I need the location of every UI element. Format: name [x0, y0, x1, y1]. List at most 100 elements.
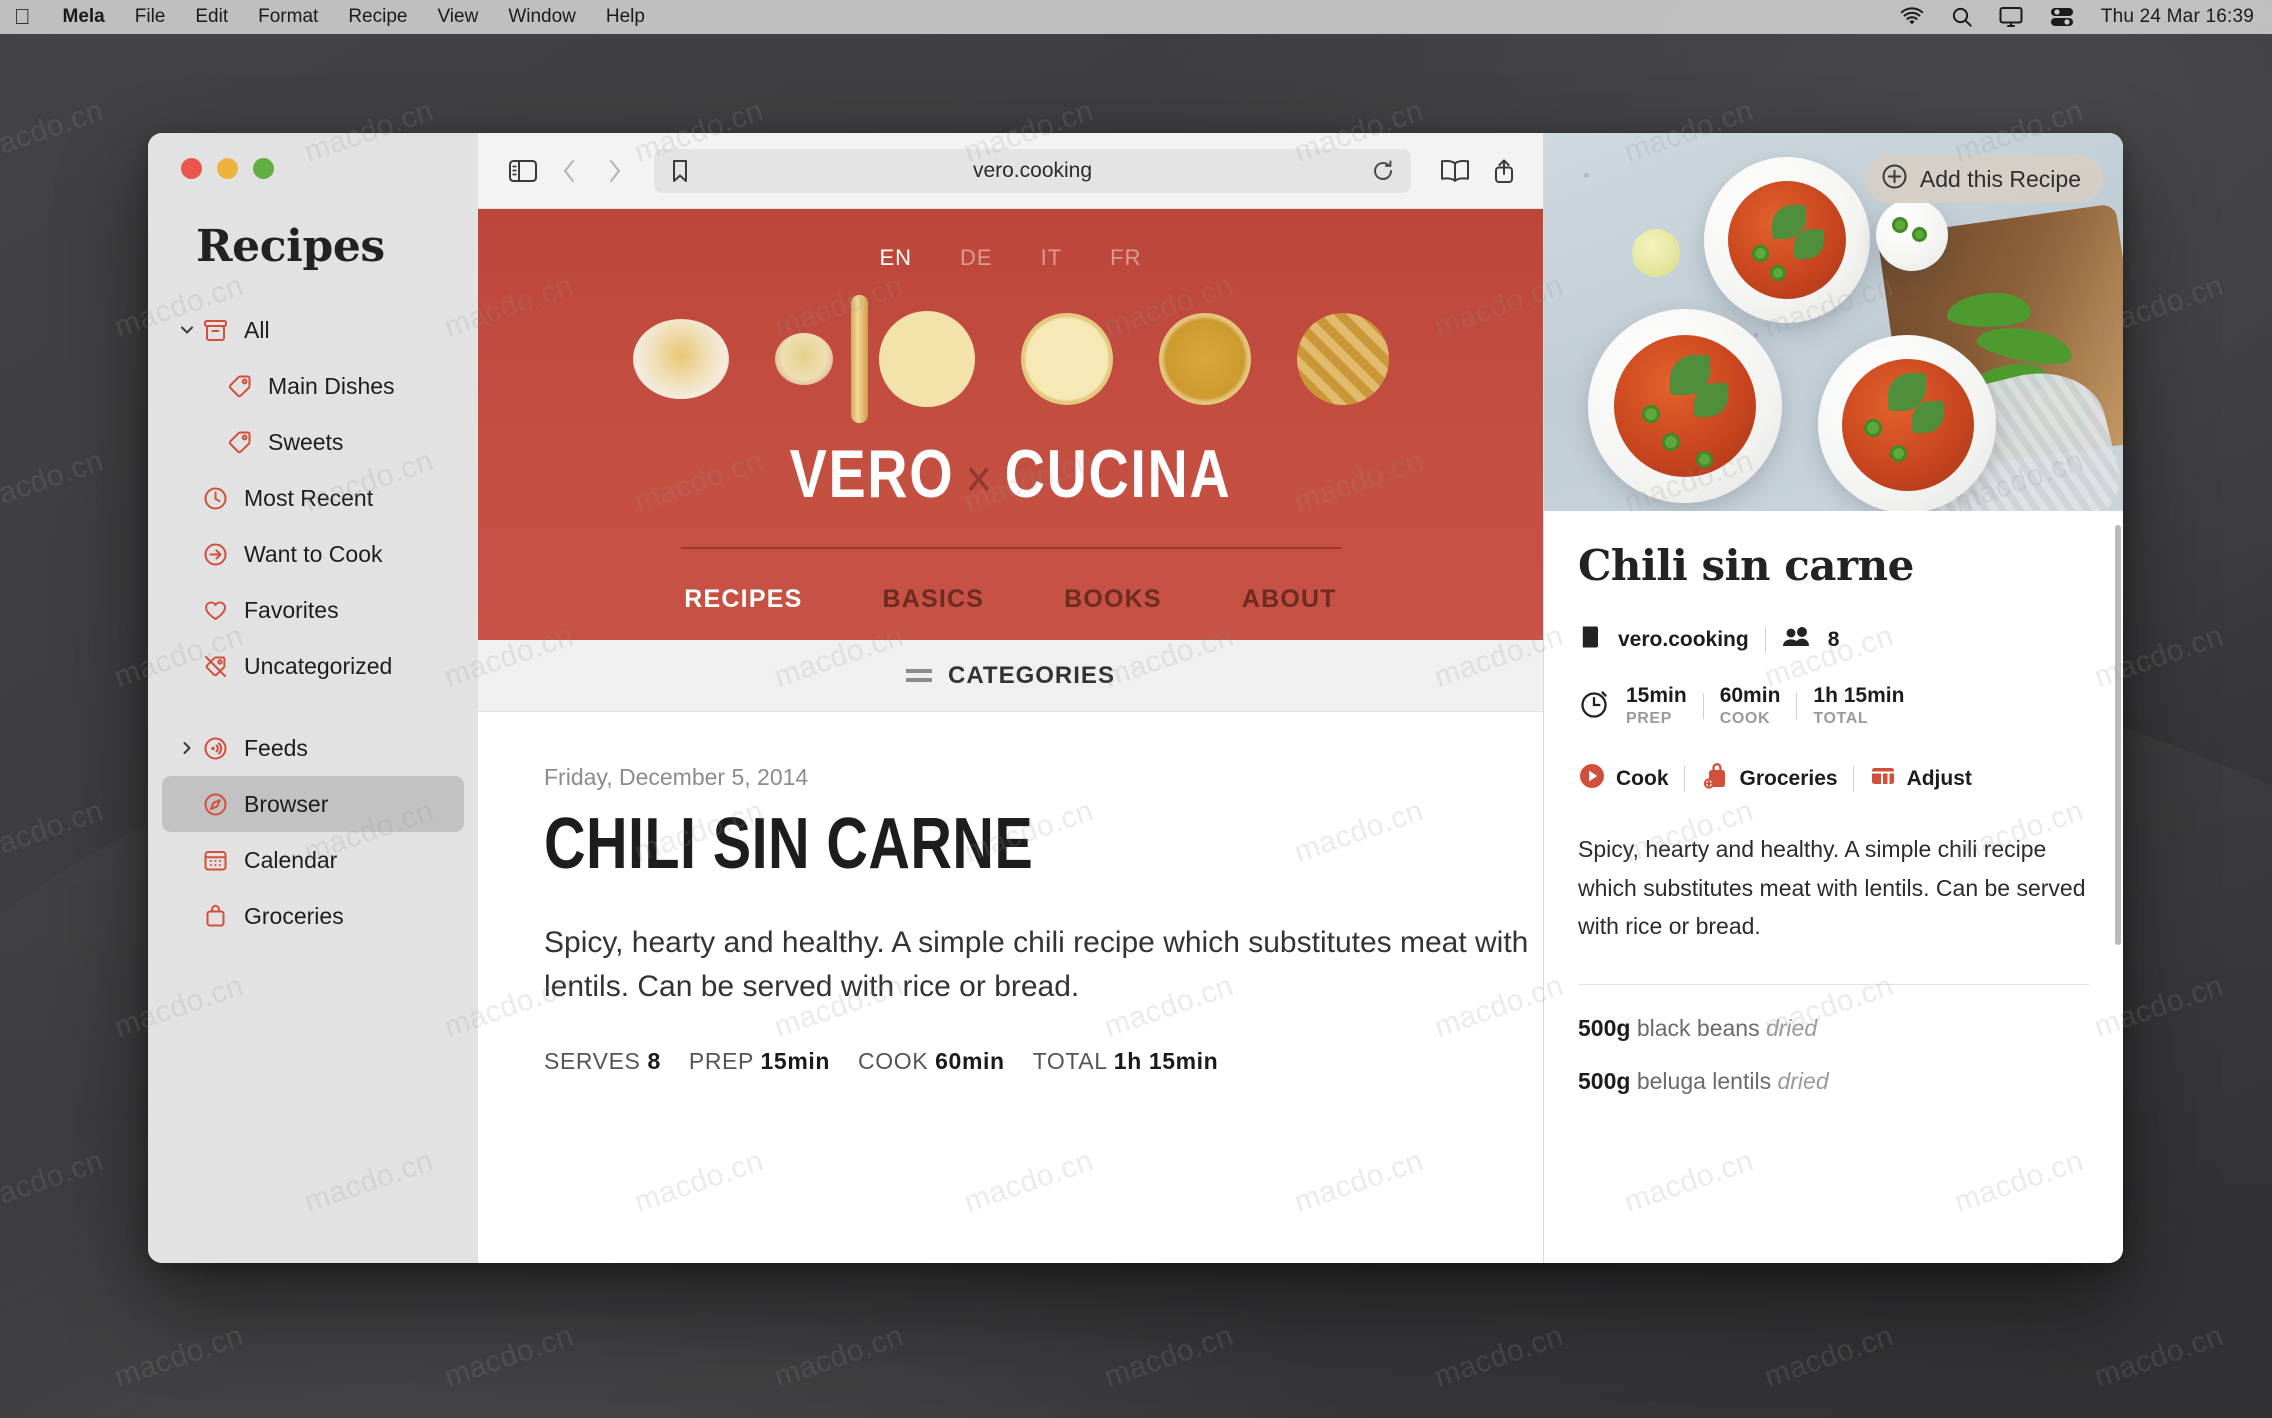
sidebar-item-main-dishes[interactable]: Main Dishes	[162, 358, 464, 414]
timer-icon	[1578, 688, 1610, 725]
site-logo-x: ×	[965, 449, 994, 509]
broadcast-icon	[198, 735, 232, 762]
web-page: EN DE IT FR VERO × CUCINA RECIPES BASICS…	[478, 209, 1543, 1263]
play-circle-icon	[1578, 762, 1606, 796]
search-icon[interactable]	[1951, 6, 1973, 28]
site-nav-basics[interactable]: BASICS	[882, 585, 984, 614]
site-nav-recipes[interactable]: RECIPES	[684, 585, 802, 614]
site-nav-about[interactable]: ABOUT	[1242, 585, 1337, 614]
heart-icon	[198, 597, 232, 624]
sidebar-list-primary: All Main Dishes Sweets Most Recent Want …	[148, 302, 478, 944]
add-this-recipe-label: Add this Recipe	[1919, 165, 2081, 192]
calendar-icon	[198, 847, 232, 874]
ingredient-row: 500g beluga lentils dried	[1578, 1068, 2089, 1095]
recipe-detail-panel: Add this Recipe Chili sin carne vero.coo…	[1543, 133, 2123, 1263]
adjust-button[interactable]: Adjust	[1869, 762, 1972, 796]
groceries-button[interactable]: Groceries	[1700, 762, 1838, 796]
plus-circle-icon	[1881, 163, 1908, 196]
minimize-button[interactable]	[217, 158, 238, 179]
display-icon[interactable]	[1999, 6, 2023, 28]
pie-stages-illustration	[478, 277, 1543, 429]
dough-ball-image	[774, 333, 833, 385]
back-button[interactable]	[558, 157, 582, 185]
basket-icon	[198, 903, 232, 930]
recipe-source-row: vero.cooking 8	[1578, 624, 2089, 656]
menu-bar:  Mela File Edit Format Recipe View Wind…	[0, 0, 2272, 34]
wifi-icon[interactable]	[1899, 7, 1925, 27]
people-icon	[1782, 625, 1812, 655]
sidebar-item-uncategorized[interactable]: Uncategorized	[162, 638, 464, 694]
language-switcher: EN DE IT FR	[478, 209, 1543, 277]
menu-item-format[interactable]: Format	[258, 6, 318, 28]
divider	[1852, 766, 1854, 792]
site-logo[interactable]: VERO × CUCINA	[574, 435, 1447, 513]
chevron-right-icon[interactable]	[176, 739, 198, 757]
lang-fr[interactable]: FR	[1110, 245, 1141, 271]
menu-item-mela[interactable]: Mela	[63, 6, 105, 28]
menu-bar-clock[interactable]: Thu 24 Mar 16:39	[2101, 6, 2254, 28]
sidebar-item-label: Browser	[244, 790, 329, 817]
menu-item-window[interactable]: Window	[508, 6, 576, 28]
sidebar-divider-gap	[148, 694, 478, 720]
flour-mound-image	[632, 319, 729, 399]
site-logo-left: VERO	[789, 436, 955, 512]
close-button[interactable]	[181, 158, 202, 179]
reload-icon[interactable]	[1371, 159, 1395, 183]
cook-button[interactable]: Cook	[1578, 762, 1669, 796]
url-text[interactable]: vero.cooking	[654, 159, 1411, 183]
sidebar-item-want-to-cook[interactable]: Want to Cook	[162, 526, 464, 582]
menu-item-edit[interactable]: Edit	[195, 6, 228, 28]
pie-crust-image	[1020, 313, 1113, 405]
time-total: 1h 15min TOTAL	[1813, 684, 1905, 727]
sidebar-item-browser[interactable]: Browser	[162, 776, 464, 832]
meta-serves: SERVES 8	[544, 1048, 661, 1074]
add-this-recipe-button[interactable]: Add this Recipe	[1864, 155, 2103, 203]
rolling-pin-image	[850, 295, 868, 423]
menu-item-file[interactable]: File	[135, 6, 166, 28]
sidebar-item-label: Sweets	[268, 428, 344, 455]
tag-slash-icon	[198, 653, 232, 680]
menu-item-recipe[interactable]: Recipe	[348, 6, 407, 28]
sidebar-item-feeds[interactable]: Feeds	[162, 720, 464, 776]
sidebar-item-calendar[interactable]: Calendar	[162, 832, 464, 888]
sidebar-item-most-recent[interactable]: Most Recent	[162, 470, 464, 526]
categories-label[interactable]: CATEGORIES	[948, 662, 1115, 690]
adjust-label: Adjust	[1906, 767, 1972, 790]
reader-book-icon[interactable]	[1439, 158, 1471, 184]
lang-en[interactable]: EN	[879, 245, 912, 271]
window-traffic-lights	[148, 145, 478, 179]
lattice-pie-image	[1296, 313, 1389, 405]
article: Friday, December 5, 2014 CHILI SIN CARNE…	[478, 712, 1543, 1075]
site-nav-books[interactable]: BOOKS	[1064, 585, 1162, 614]
categories-bar[interactable]: CATEGORIES	[478, 640, 1543, 712]
meta-prep: PREP 15min	[688, 1048, 831, 1074]
sidebar-item-label: Most Recent	[244, 484, 374, 511]
site-logo-right: CUCINA	[1004, 436, 1232, 512]
divider	[1683, 766, 1685, 792]
sidebar: Recipes All Main Dishes Sweets Most Rece…	[148, 133, 478, 1263]
recipe-source-label[interactable]: vero.cooking	[1618, 628, 1749, 652]
zoom-button[interactable]	[253, 158, 274, 179]
sidebar-item-sweets[interactable]: Sweets	[162, 414, 464, 470]
sidebar-item-label: Uncategorized	[244, 652, 393, 679]
detail-scrollbar[interactable]	[2115, 525, 2121, 945]
chevron-down-icon[interactable]	[176, 321, 198, 339]
sidebar-toggle-icon[interactable]	[508, 158, 538, 184]
divider	[1702, 693, 1704, 719]
sidebar-item-favorites[interactable]: Favorites	[162, 582, 464, 638]
share-icon[interactable]	[1491, 157, 1517, 185]
control-center-icon[interactable]	[2049, 6, 2075, 28]
apple-menu-icon[interactable]: 	[14, 6, 31, 28]
hamburger-icon[interactable]	[906, 669, 933, 682]
sidebar-item-groceries[interactable]: Groceries	[162, 888, 464, 944]
ingredient-amount: 500g	[1578, 1067, 1631, 1094]
lang-de[interactable]: DE	[960, 245, 993, 271]
recipe-description: Spicy, hearty and healthy. A simple chil…	[1578, 836, 2086, 940]
forward-button[interactable]	[602, 157, 626, 185]
lang-it[interactable]: IT	[1041, 245, 1063, 271]
menu-item-view[interactable]: View	[437, 6, 478, 28]
sidebar-item-all[interactable]: All	[162, 302, 464, 358]
url-bar[interactable]: vero.cooking	[654, 148, 1411, 193]
logo-divider	[680, 547, 1341, 549]
menu-item-help[interactable]: Help	[606, 6, 645, 28]
